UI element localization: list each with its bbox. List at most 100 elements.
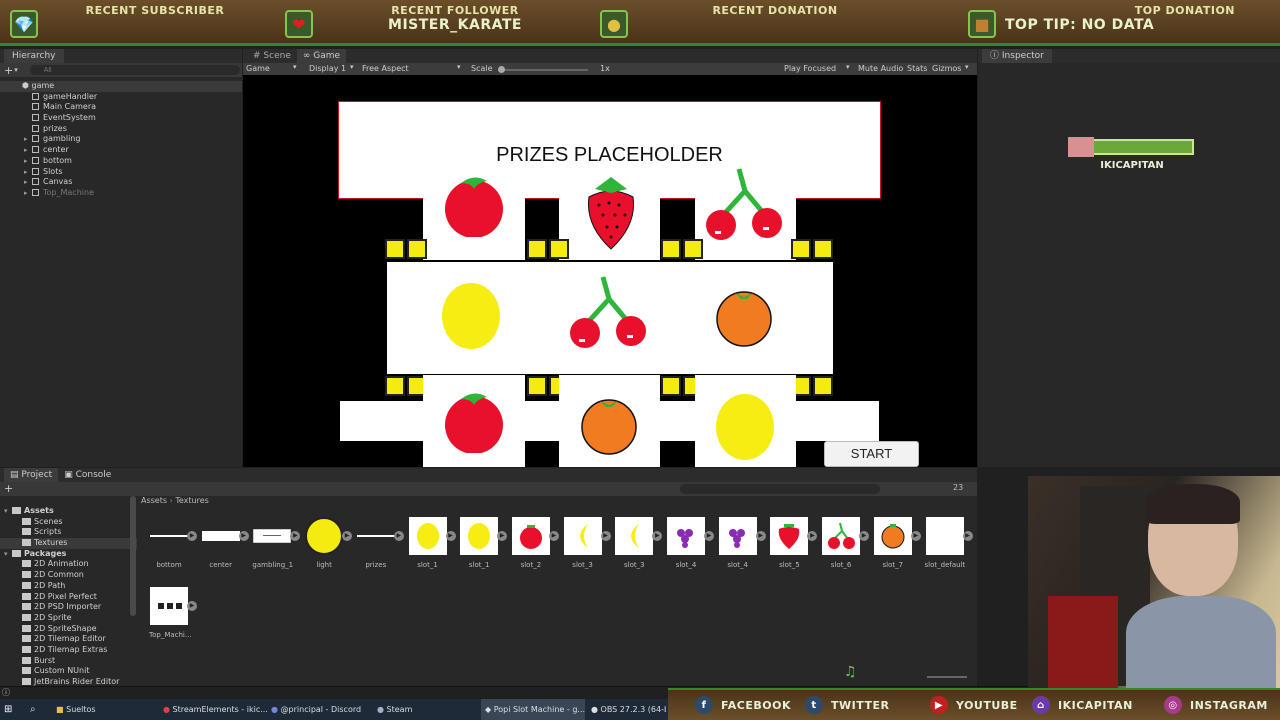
project-tree-item[interactable]: ▾ Assets bbox=[0, 506, 137, 517]
asset-tile[interactable]: ▶ center bbox=[201, 517, 249, 569]
game-mode-dropdown[interactable]: Game bbox=[246, 64, 270, 73]
tab-console[interactable]: ▣ Console bbox=[58, 468, 117, 482]
aspect-dropdown[interactable]: Free Aspect bbox=[362, 64, 409, 73]
project-tree-item[interactable]: 2D Path bbox=[0, 581, 137, 592]
expand-arrow-icon[interactable]: ▸ bbox=[24, 188, 32, 199]
asset-tile[interactable]: ▶ slot_2 bbox=[511, 517, 559, 569]
hierarchy-item[interactable]: ▸ bottom bbox=[0, 156, 242, 167]
asset-tile[interactable]: ▶ slot_3 bbox=[614, 517, 663, 569]
taskbar-item-unity[interactable]: ◆ Popi Slot Machine - g... bbox=[481, 699, 585, 720]
tab-hierarchy[interactable]: Hierarchy bbox=[4, 49, 64, 63]
expand-sprite-icon[interactable]: ▶ bbox=[755, 531, 766, 541]
scale-slider[interactable] bbox=[498, 66, 588, 73]
asset-tile[interactable]: ▶ slot_6 bbox=[821, 517, 870, 569]
slider-handle[interactable] bbox=[498, 66, 505, 73]
taskbar-item-explorer[interactable]: ■ Sueltos bbox=[56, 699, 96, 720]
mute-audio-toggle[interactable]: Mute Audio bbox=[858, 64, 903, 73]
expand-sprite-icon[interactable]: ▶ bbox=[187, 531, 197, 541]
project-tree-item[interactable]: Textures bbox=[0, 538, 137, 549]
hierarchy-item[interactable]: Main Camera bbox=[0, 102, 242, 113]
expand-sprite-icon[interactable]: ▶ bbox=[187, 601, 197, 611]
project-tree-item[interactable]: Burst bbox=[0, 656, 137, 667]
tab-scene[interactable]: # Scene bbox=[247, 49, 297, 63]
tab-game[interactable]: ∞ Game bbox=[296, 49, 347, 63]
expand-sprite-icon[interactable]: ▶ bbox=[393, 531, 404, 541]
expand-sprite-icon[interactable]: ▶ bbox=[290, 531, 301, 541]
stats-toggle[interactable]: Stats bbox=[907, 64, 927, 73]
search-icon[interactable]: ⌕ bbox=[30, 699, 36, 720]
taskbar-item-steam[interactable]: ● Steam bbox=[377, 699, 412, 720]
project-tree-item[interactable]: ▾ Packages bbox=[0, 549, 137, 560]
project-search-input[interactable] bbox=[680, 484, 880, 494]
expand-arrow-icon[interactable]: ▸ bbox=[24, 134, 32, 145]
tab-inspector[interactable]: ⓘ Inspector bbox=[982, 49, 1052, 63]
windows-icon[interactable]: ⊞ bbox=[4, 699, 12, 720]
expand-arrow-icon[interactable]: ▾ bbox=[4, 549, 12, 560]
project-tree-item[interactable]: 2D Common bbox=[0, 570, 137, 581]
hierarchy-item[interactable]: EventSystem bbox=[0, 113, 242, 124]
asset-tile[interactable]: ▶ slot_7 bbox=[873, 517, 921, 569]
add-icon[interactable]: + bbox=[4, 482, 13, 495]
start-button[interactable]: START bbox=[824, 441, 919, 467]
taskbar-item-discord[interactable]: ● @principal - Discord bbox=[271, 699, 361, 720]
display-dropdown[interactable]: Display 1 bbox=[309, 64, 346, 73]
expand-arrow-icon[interactable]: ▸ bbox=[24, 167, 32, 178]
hierarchy-root[interactable]: ⬢ game bbox=[0, 81, 242, 92]
expand-sprite-icon[interactable]: ▶ bbox=[807, 531, 818, 541]
play-focused-dropdown[interactable]: Play Focused bbox=[784, 64, 836, 73]
hierarchy-item[interactable]: gameHandler bbox=[0, 92, 242, 103]
project-tree-item[interactable]: 2D Tilemap Editor bbox=[0, 634, 137, 645]
expand-sprite-icon[interactable]: ▶ bbox=[704, 531, 714, 541]
asset-tile[interactable]: ▶ gambling_1 bbox=[252, 517, 301, 569]
expand-sprite-icon[interactable]: ▶ bbox=[962, 531, 973, 541]
asset-tile[interactable]: ▶ slot_5 bbox=[769, 517, 818, 569]
zoom-slider[interactable] bbox=[927, 676, 967, 678]
expand-sprite-icon[interactable]: ▶ bbox=[342, 531, 353, 541]
asset-tile[interactable]: ▶ bottom bbox=[149, 517, 197, 569]
expand-sprite-icon[interactable]: ▶ bbox=[238, 531, 249, 541]
tree-scrollbar[interactable] bbox=[130, 496, 136, 616]
project-tree-item[interactable]: 2D Pixel Perfect bbox=[0, 592, 137, 603]
project-tree-item[interactable]: Scripts bbox=[0, 527, 137, 538]
project-tree-item[interactable]: 2D PSD Importer bbox=[0, 602, 137, 613]
asset-tile[interactable]: ▶ Top_Machi... bbox=[149, 587, 197, 639]
asset-tile[interactable]: ▶ slot_3 bbox=[563, 517, 611, 569]
hierarchy-item[interactable]: ▸ Slots bbox=[0, 167, 242, 178]
asset-tile[interactable]: ▶ slot_1 bbox=[408, 517, 456, 569]
gizmos-dropdown[interactable]: Gizmos bbox=[932, 64, 961, 73]
breadcrumb-textures[interactable]: Textures bbox=[175, 496, 208, 505]
asset-tile[interactable]: ▶ prizes bbox=[356, 517, 404, 569]
project-tree-item[interactable]: 2D Tilemap Extras bbox=[0, 645, 137, 656]
expand-arrow-icon[interactable]: ▸ bbox=[24, 145, 32, 156]
asset-tile[interactable]: ▶ slot_4 bbox=[718, 517, 766, 569]
hierarchy-item[interactable]: ▸ center bbox=[0, 145, 242, 156]
expand-sprite-icon[interactable]: ▶ bbox=[445, 531, 456, 541]
taskbar-item-obs[interactable]: ● OBS 27.2.3 (64-b bbox=[591, 699, 666, 720]
hierarchy-item[interactable]: ▸ gambling bbox=[0, 134, 242, 145]
add-icon[interactable]: + bbox=[4, 64, 13, 77]
chevron-down-icon[interactable]: ▾ bbox=[14, 66, 18, 74]
expand-sprite-icon[interactable]: ▶ bbox=[548, 531, 559, 541]
tab-project[interactable]: ▤ Project bbox=[4, 468, 59, 482]
asset-tile[interactable]: ▶ light bbox=[304, 517, 353, 569]
taskbar-item-chrome[interactable]: ● StreamElements - ikic... bbox=[163, 699, 268, 720]
project-tree-item[interactable]: 2D SpriteShape bbox=[0, 624, 137, 635]
hierarchy-item[interactable]: ▸ Top_Machine bbox=[0, 188, 242, 199]
hierarchy-item[interactable]: ▸ Canvas bbox=[0, 177, 242, 188]
expand-sprite-icon[interactable]: ▶ bbox=[497, 531, 508, 541]
game-viewport[interactable]: PRIZES PLACEHOLDER START bbox=[243, 75, 977, 467]
expand-arrow-icon[interactable]: ▸ bbox=[24, 177, 32, 188]
asset-tile[interactable]: ▶ slot_4 bbox=[666, 517, 714, 569]
project-tree-item[interactable]: JetBrains Rider Editor bbox=[0, 677, 137, 686]
expand-sprite-icon[interactable]: ▶ bbox=[910, 531, 921, 541]
breadcrumb-assets[interactable]: Assets bbox=[141, 496, 167, 505]
asset-tile[interactable]: ▶ slot_1 bbox=[459, 517, 508, 569]
asset-tile[interactable]: ▶ slot_default bbox=[925, 517, 973, 569]
expand-sprite-icon[interactable]: ▶ bbox=[600, 531, 611, 541]
project-tree-item[interactable]: 2D Animation bbox=[0, 559, 137, 570]
project-tree-item[interactable]: 2D Sprite bbox=[0, 613, 137, 624]
project-tree-item[interactable]: Custom NUnit bbox=[0, 666, 137, 677]
hierarchy-item[interactable]: prizes bbox=[0, 124, 242, 135]
expand-arrow-icon[interactable]: ▸ bbox=[24, 156, 32, 167]
expand-arrow-icon[interactable]: ▾ bbox=[4, 506, 12, 517]
